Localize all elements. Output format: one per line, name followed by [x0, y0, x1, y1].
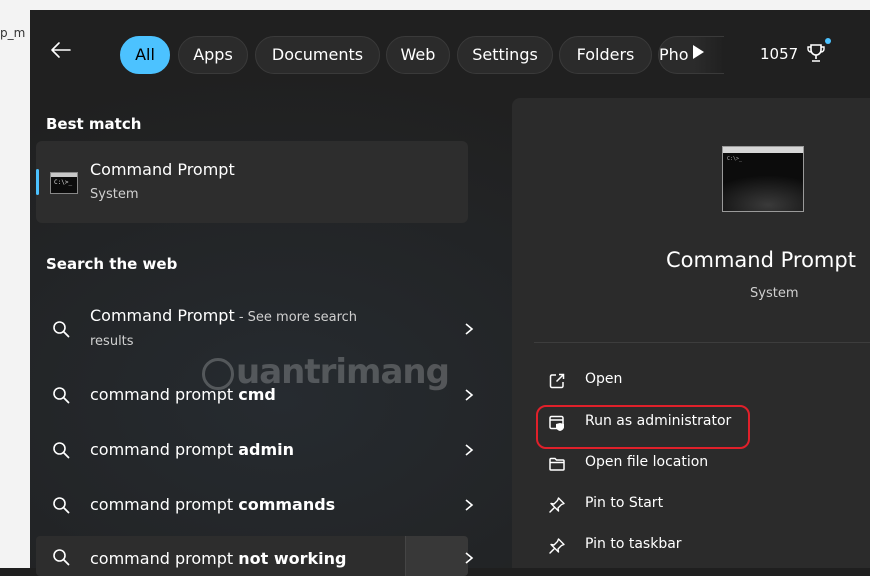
trophy-icon[interactable]: [806, 42, 826, 64]
back-button[interactable]: [48, 37, 74, 63]
background-page: p_m: [0, 0, 30, 568]
notification-dot: [825, 38, 831, 44]
watermark-text: uantrimang: [236, 352, 450, 392]
web-result-prefix: command prompt: [90, 495, 239, 514]
filter-tab-web[interactable]: Web: [386, 36, 450, 74]
chevron-right-icon: [465, 444, 474, 456]
action-open[interactable]: Open: [540, 366, 840, 396]
open-result-button[interactable]: [405, 536, 468, 576]
action-label: Open: [585, 371, 623, 387]
web-result-bold: admin: [238, 440, 295, 459]
scroll-filters-right-button[interactable]: [693, 45, 704, 59]
web-result-text: command prompt admin: [90, 440, 294, 459]
action-pin-to-start[interactable]: Pin to Start: [540, 490, 840, 520]
command-prompt-large-icon: C:\>_: [722, 146, 804, 212]
web-result-bold: commands: [238, 495, 336, 514]
chevron-right-icon: [465, 499, 474, 511]
web-result-text: command prompt commands: [90, 495, 335, 514]
chevron-right-icon: [465, 323, 474, 335]
action-pin-to-taskbar[interactable]: Pin to taskbar: [540, 531, 840, 561]
selection-indicator: [36, 169, 39, 195]
best-match-title: Command Prompt: [90, 160, 235, 179]
search-icon: [53, 497, 70, 514]
web-result-text: Command Prompt - See more search: [90, 306, 357, 325]
filter-tab-photos-label: Pho: [659, 45, 689, 64]
search-icon: [53, 549, 70, 566]
divider: [534, 342, 870, 343]
action-label: Pin to taskbar: [585, 536, 682, 552]
web-result-text: command prompt not working: [90, 549, 346, 568]
filter-tab-all[interactable]: All: [120, 36, 170, 74]
search-icon: [53, 387, 70, 404]
filter-tab-settings[interactable]: Settings: [457, 36, 553, 74]
web-result-prefix: command prompt: [90, 440, 239, 459]
background-top: [30, 0, 870, 10]
watermark-logo: uantrimang: [202, 352, 450, 392]
chevron-right-icon: [465, 389, 474, 401]
web-result-bold: not working: [238, 549, 347, 568]
pin-icon: [549, 497, 565, 513]
web-result-item[interactable]: command prompt admin: [36, 427, 474, 475]
pin-icon: [549, 538, 565, 554]
chevron-right-icon: [465, 552, 474, 564]
annotation-highlight-outline: [536, 405, 750, 449]
web-result-item[interactable]: command prompt not working: [36, 536, 474, 576]
details-subtitle: System: [750, 286, 799, 301]
filter-tab-apps[interactable]: Apps: [178, 36, 248, 74]
folder-icon: [549, 457, 565, 471]
rewards-points: 1057: [760, 45, 799, 63]
best-match-heading: Best match: [46, 115, 142, 133]
details-title: Command Prompt: [666, 248, 856, 272]
arrow-left-icon: [51, 42, 71, 58]
search-icon: [53, 321, 70, 338]
open-external-icon: [549, 373, 565, 389]
action-label: Pin to Start: [585, 495, 664, 511]
filter-tab-photos[interactable]: Pho: [658, 36, 724, 74]
search-icon: [53, 442, 70, 459]
best-match-subtitle: System: [90, 187, 139, 202]
web-result-suffix-line2: results: [90, 334, 134, 349]
best-match-result[interactable]: [36, 141, 468, 223]
watermark-bulb-icon: [202, 357, 234, 390]
filter-tab-folders[interactable]: Folders: [559, 36, 652, 74]
web-result-item[interactable]: Command Prompt - See more search results: [36, 304, 474, 356]
search-web-heading: Search the web: [46, 255, 178, 273]
web-result-query: Command Prompt: [90, 306, 235, 325]
web-result-suffix: - See more search: [234, 310, 358, 325]
web-result-item[interactable]: command prompt commands: [36, 482, 474, 530]
filter-tab-documents[interactable]: Documents: [255, 36, 380, 74]
web-result-prefix: command prompt: [90, 549, 239, 568]
command-prompt-icon: C:\>_: [50, 172, 78, 194]
background-text-fragment: p_m: [0, 26, 26, 40]
action-label: Open file location: [585, 454, 709, 470]
action-open-file-location[interactable]: Open file location: [540, 449, 840, 479]
